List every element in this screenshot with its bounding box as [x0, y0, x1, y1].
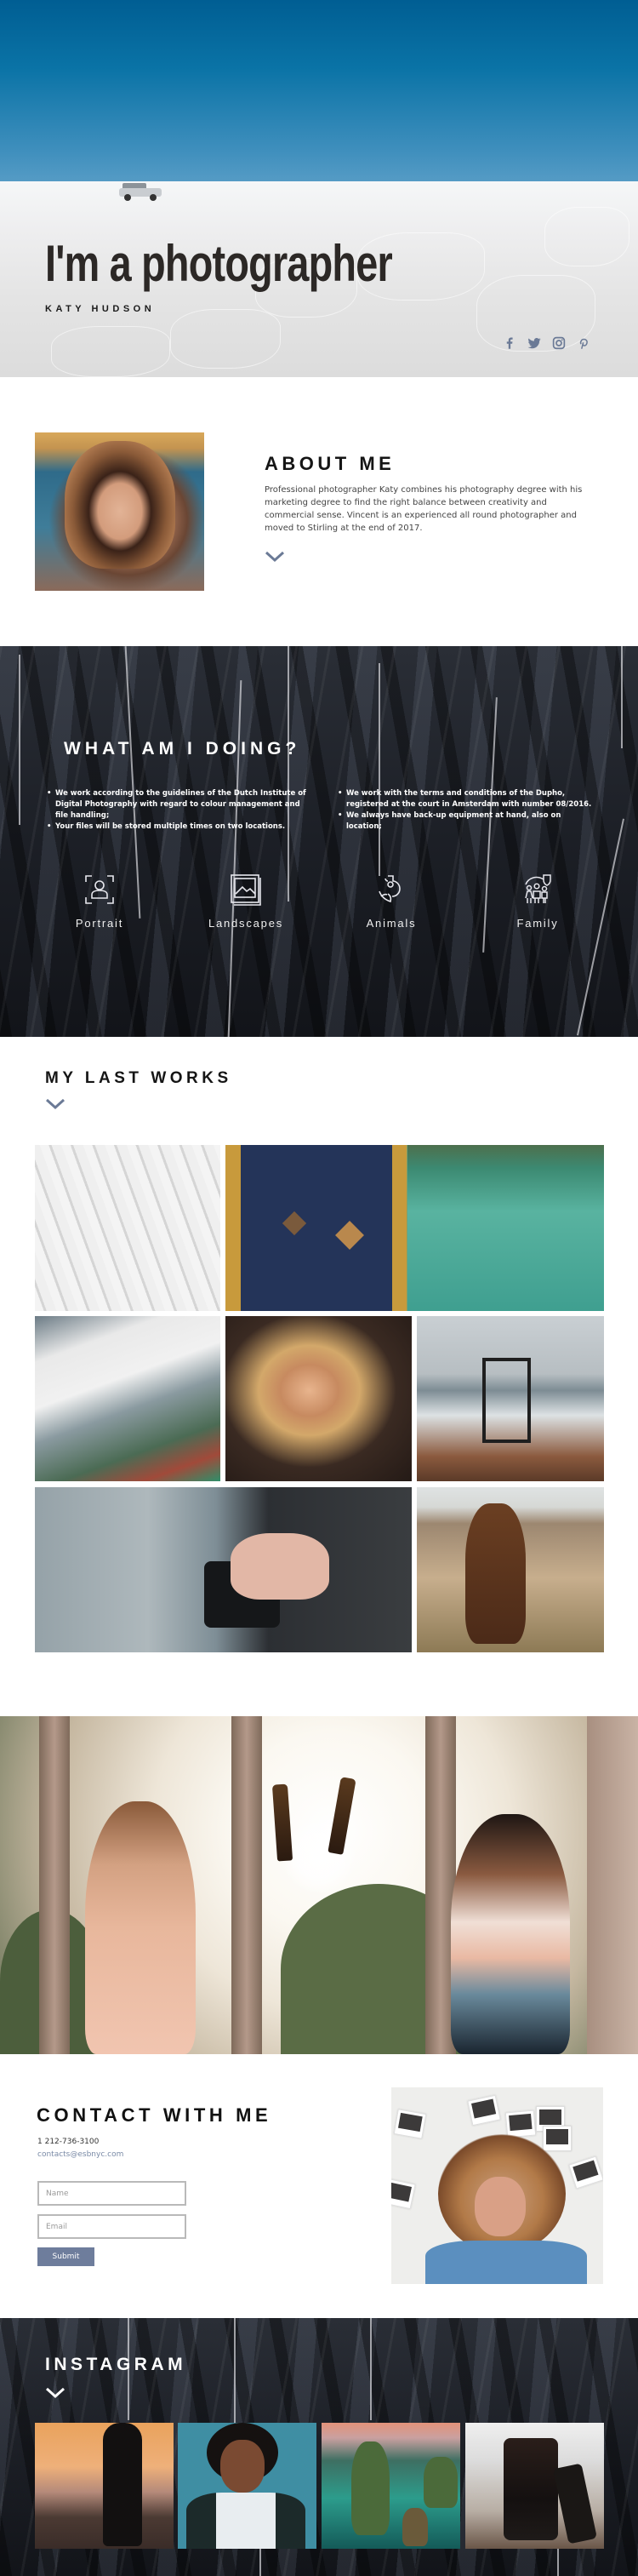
services-title: WHAT AM I DOING? [64, 739, 301, 758]
instagram-photo-cliffs[interactable] [322, 2423, 460, 2549]
gallery-photo-hands-camera[interactable] [35, 1487, 412, 1652]
service-portrait[interactable]: Portrait [48, 873, 151, 930]
animals-icon [374, 873, 408, 907]
gallery-photo-feathers[interactable] [35, 1145, 220, 1311]
instagram-photo-cyclist[interactable] [35, 2423, 174, 2549]
name-input[interactable] [37, 2181, 186, 2206]
contact-email-link[interactable]: contacts@esbnyc.com [37, 2150, 123, 2159]
gallery-photo-city[interactable] [35, 1316, 220, 1481]
pinterest-icon[interactable] [576, 335, 591, 351]
instagram-photo-lens[interactable] [465, 2423, 604, 2549]
gallery-photo-smiling-woman[interactable] [225, 1316, 412, 1481]
services-section [0, 646, 638, 1037]
gallery-photo-camera-rig[interactable] [417, 1316, 604, 1481]
car-image [119, 183, 162, 201]
about-portrait-photo [35, 432, 204, 591]
about-title: ABOUT ME [265, 453, 396, 474]
gallery-photo-backpack[interactable] [225, 1145, 604, 1311]
instagram-photo-portrait[interactable] [178, 2423, 316, 2549]
service-landscapes[interactable]: Landscapes [195, 873, 297, 930]
service-label: Family [516, 917, 559, 930]
services-list-right: We work with the terms and conditions of… [338, 788, 593, 833]
landscape-icon [229, 873, 263, 907]
services-list-left: We work according to the guidelines of t… [47, 788, 310, 833]
service-family[interactable]: Family [487, 873, 589, 930]
hero-section [0, 0, 638, 377]
list-item: We work according to the guidelines of t… [47, 788, 310, 821]
portrait-icon [83, 873, 117, 907]
facebook-icon[interactable] [502, 335, 517, 351]
email-input[interactable] [37, 2214, 186, 2239]
banner-photo [0, 1716, 638, 2054]
chevron-down-icon[interactable] [45, 2387, 66, 2399]
list-item: We always have back-up equipment at hand… [338, 810, 593, 833]
service-label: Portrait [75, 917, 124, 930]
about-text: Professional photographer Katy combines … [265, 485, 583, 533]
service-animals[interactable]: Animals [340, 873, 442, 930]
service-label: Landscapes [208, 917, 284, 930]
list-item: We work with the terms and conditions of… [338, 788, 593, 810]
chevron-down-icon[interactable] [45, 1098, 66, 1110]
hero-title: I'm a photographer [45, 235, 393, 292]
hero-subtitle: KATY HUDSON [45, 304, 156, 314]
instagram-icon[interactable] [551, 335, 567, 351]
twitter-icon[interactable] [527, 335, 542, 351]
chevron-down-icon[interactable] [265, 551, 285, 563]
contact-phone: 1 212-736-3100 [37, 2138, 100, 2146]
contact-photo [391, 2087, 603, 2284]
gallery-photo-horses[interactable] [417, 1487, 604, 1652]
works-title: MY LAST WORKS [45, 1069, 232, 1087]
submit-button[interactable]: Submit [37, 2247, 94, 2266]
contact-title: CONTACT WITH ME [37, 2104, 272, 2126]
list-item: Your files will be stored multiple times… [47, 821, 310, 833]
family-icon [521, 873, 555, 907]
instagram-title: INSTAGRAM [45, 2355, 187, 2374]
service-label: Animals [366, 917, 417, 930]
